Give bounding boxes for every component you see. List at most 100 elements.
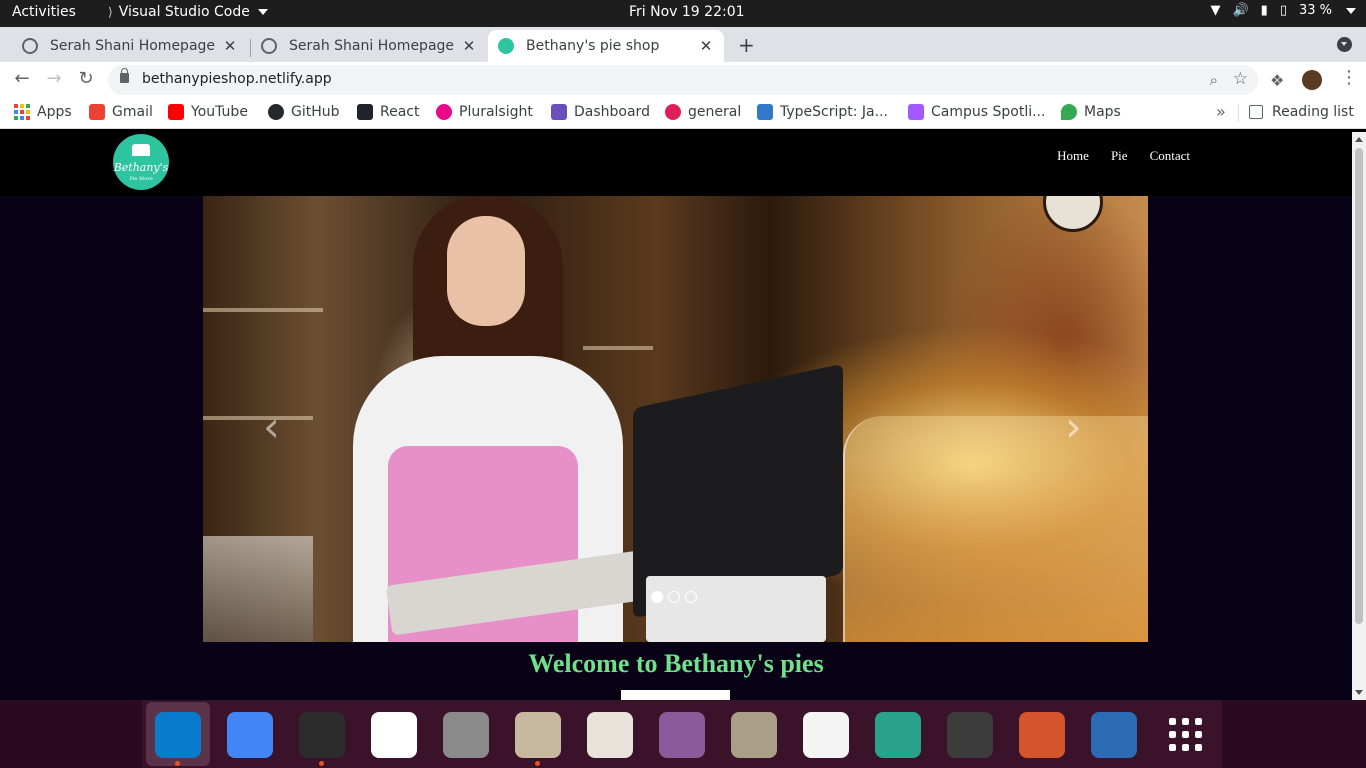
bookmark-youtube[interactable]: YouTube: [168, 104, 248, 120]
carousel-prev-icon[interactable]: ‹: [263, 406, 280, 448]
bookmark-label: TypeScript: Ja...: [780, 104, 888, 120]
activities-button[interactable]: Activities: [12, 4, 76, 20]
bookmark-apps[interactable]: Apps: [14, 104, 72, 120]
dock-app-system-monitor[interactable]: [947, 712, 993, 758]
dock-app-libreoffice-writer[interactable]: [1091, 712, 1137, 758]
shopkeeper-face: [447, 216, 525, 326]
microphone-icon: ▮: [1260, 3, 1268, 18]
bookmark-label: Maps: [1084, 104, 1121, 120]
pastry-display-counter: [843, 416, 1148, 642]
dock-app-slack[interactable]: [371, 712, 417, 758]
reload-button[interactable]: ↻: [74, 68, 98, 89]
running-indicator: [175, 761, 180, 766]
running-indicator: [535, 761, 540, 766]
react-icon: [357, 104, 373, 120]
bookmark-campus-spotlight[interactable]: Campus Spotli...: [908, 104, 1045, 120]
bookmark-label: general: [688, 104, 742, 120]
carousel-indicator-dot[interactable]: [668, 591, 680, 603]
more-bookmarks-chevron-icon[interactable]: »: [1216, 102, 1226, 121]
new-tab-button[interactable]: +: [738, 33, 755, 57]
bookmark-label: React: [380, 104, 420, 120]
welcome-heading: Welcome to Bethany's pies: [528, 649, 824, 678]
nav-home-link[interactable]: Home: [1057, 148, 1089, 164]
scroll-down-arrow-icon[interactable]: [1355, 690, 1363, 695]
zoom-icon[interactable]: ⌕: [1210, 71, 1218, 89]
url-text[interactable]: bethanypieshop.netlify.app: [142, 71, 332, 87]
tab-search-icon[interactable]: [1337, 37, 1352, 52]
pie-shop-favicon-icon: [498, 38, 514, 54]
globe-icon: [22, 38, 38, 54]
tab-serah-shani-1[interactable]: Serah Shani Homepage ✕: [12, 30, 248, 62]
back-button[interactable]: ←: [10, 68, 34, 89]
bookmark-github[interactable]: GitHub: [268, 104, 340, 120]
content-block: [621, 690, 730, 700]
dock-app-tweaks[interactable]: [659, 712, 705, 758]
scroll-up-arrow-icon[interactable]: [1355, 137, 1363, 142]
pie-dish-icon: [132, 144, 150, 156]
nav-pie-link[interactable]: Pie: [1111, 148, 1128, 164]
bookmark-star-icon[interactable]: ☆: [1233, 69, 1248, 89]
dock-app-terminal[interactable]: [299, 712, 345, 758]
running-indicator: [319, 761, 324, 766]
clock[interactable]: Fri Nov 19 22:01: [629, 4, 745, 20]
bookmark-maps[interactable]: Maps: [1061, 104, 1121, 120]
extensions-icon[interactable]: ❖: [1270, 71, 1284, 90]
pluralsight-icon: [436, 104, 452, 120]
forward-button[interactable]: →: [42, 68, 66, 89]
wall-clock: [1043, 196, 1103, 232]
address-bar[interactable]: bethanypieshop.netlify.app ⌕ ☆: [108, 65, 1258, 95]
dock-app-settings[interactable]: [443, 712, 489, 758]
dock-app-text-editor[interactable]: [803, 712, 849, 758]
dock-app-libreoffice-impress[interactable]: [1019, 712, 1065, 758]
profile-avatar[interactable]: [1302, 70, 1322, 90]
dock: [0, 700, 1366, 768]
bookmark-gmail[interactable]: Gmail: [89, 104, 153, 120]
tab-title: Serah Shani Homepage: [50, 38, 216, 54]
system-status-area[interactable]: ▼ 🔊 ▮ ▯ 33 %: [1210, 3, 1356, 18]
bethanys-logo[interactable]: Bethany's Pie Store: [113, 134, 169, 190]
tab-title: Serah Shani Homepage: [289, 38, 455, 54]
dock-app-files[interactable]: [515, 712, 561, 758]
chevron-down-icon: [1346, 7, 1356, 14]
menu-kebab-icon[interactable]: ⋮: [1340, 67, 1358, 88]
apps-grid-icon: [14, 104, 30, 120]
page-scrollbar[interactable]: [1352, 132, 1366, 700]
reading-list-label: Reading list: [1272, 104, 1354, 120]
reading-list-icon: [1249, 105, 1263, 119]
bookmark-dashboard[interactable]: Dashboard: [551, 104, 650, 120]
app-menu-label: Visual Studio Code: [118, 4, 250, 20]
bookmark-typescript[interactable]: TypeScript: Ja...: [757, 104, 888, 120]
close-icon[interactable]: ✕: [222, 37, 238, 55]
github-icon: [268, 104, 284, 120]
hero-carousel[interactable]: ‹ ›: [203, 196, 1148, 642]
lock-icon[interactable]: [120, 68, 129, 83]
close-icon[interactable]: ✕: [698, 37, 714, 55]
dock-app-remote-desktop[interactable]: [875, 712, 921, 758]
bookmark-pluralsight[interactable]: Pluralsight: [436, 104, 533, 120]
site-header: Bethany's Pie Store Home Pie Contact: [0, 132, 1352, 196]
dock-app-chrome[interactable]: [227, 712, 273, 758]
bookmark-general[interactable]: general: [665, 104, 741, 120]
reading-list-button[interactable]: Reading list: [1249, 104, 1354, 120]
tab-bethanys-pie-shop[interactable]: Bethany's pie shop ✕: [488, 30, 724, 62]
system-top-bar: Activities ⟩ Visual Studio Code Fri Nov …: [0, 0, 1366, 27]
dock-app-impress-viewer[interactable]: [587, 712, 633, 758]
carousel-indicator-dot[interactable]: [685, 591, 697, 603]
volume-icon: 🔊: [1232, 3, 1249, 18]
tab-serah-shani-2[interactable]: Serah Shani Homepage ✕: [251, 30, 487, 62]
scrollbar-thumb[interactable]: [1355, 148, 1363, 624]
close-icon[interactable]: ✕: [461, 37, 477, 55]
tab-title: Bethany's pie shop: [526, 38, 660, 54]
bookmark-label: Pluralsight: [459, 104, 533, 120]
dock-app-archive[interactable]: [731, 712, 777, 758]
app-menu[interactable]: ⟩ Visual Studio Code: [108, 4, 268, 20]
bookmark-label: Apps: [37, 104, 72, 120]
gmail-icon: [89, 104, 105, 120]
carousel-indicator-dot[interactable]: [651, 591, 663, 603]
carousel-next-icon[interactable]: ›: [1065, 406, 1082, 448]
dock-app-vscode[interactable]: [155, 712, 201, 758]
nav-contact-link[interactable]: Contact: [1150, 148, 1190, 164]
bookmark-react[interactable]: React: [357, 104, 419, 120]
show-applications-button[interactable]: [1163, 712, 1209, 758]
bookmark-label: Gmail: [112, 104, 153, 120]
